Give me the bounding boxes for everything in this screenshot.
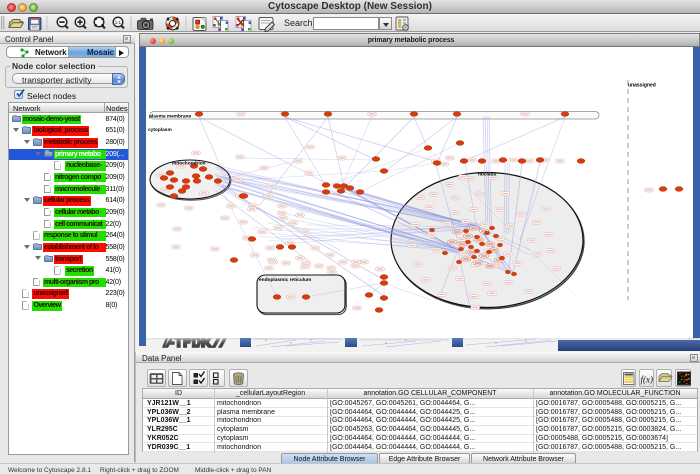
svg-text:mitochondrion: mitochondrion [172,161,206,167]
svg-text:cytoplasm: cytoplasm [148,127,172,133]
svg-text:endoplasmic reticulum: endoplasmic reticulum [259,277,311,283]
svg-text:1:1: 1:1 [115,20,122,25]
svg-text:f(x): f(x) [641,375,654,385]
svg-text:unassigned: unassigned [628,83,656,89]
svg-text:plasma membrane: plasma membrane [149,114,191,120]
svg-text:nucleus: nucleus [478,172,496,178]
